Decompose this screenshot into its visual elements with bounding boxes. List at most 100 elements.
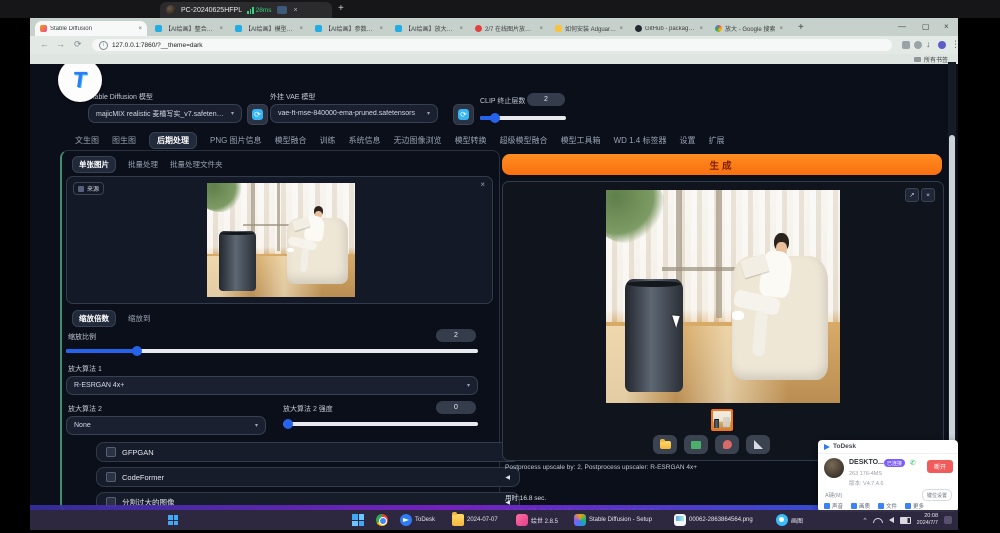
tab-close-icon[interactable]: × <box>379 26 383 32</box>
keymap-settings-button[interactable]: 键位设置 <box>922 489 952 501</box>
notification-center-icon[interactable] <box>944 516 952 524</box>
accordion-gfpgan[interactable]: GFPGAN ◀ <box>96 442 520 462</box>
model-refresh-button[interactable]: ⟳ <box>247 104 268 125</box>
tab-close-icon[interactable]: × <box>539 26 543 32</box>
star-icon[interactable] <box>914 41 922 49</box>
more-button[interactable]: 更多 <box>905 502 924 510</box>
tab-train[interactable]: 训练 <box>320 135 336 146</box>
battery-icon[interactable] <box>900 517 911 524</box>
tab-extras[interactable]: 后期处理 <box>149 132 197 149</box>
scale-ratio-value[interactable]: 2 <box>436 329 476 342</box>
slider-thumb[interactable] <box>132 346 142 356</box>
disconnect-button[interactable]: 断开 <box>927 460 953 473</box>
vae-dropdown[interactable]: vae-ft-mse-840000-ema-pruned.safetensors… <box>270 104 438 123</box>
browser-tab-2[interactable]: 【AI绘画】模型使用讲解 - 哔哩哔哩× <box>230 21 308 36</box>
subtab-scale-by[interactable]: 缩放倍数 <box>72 310 116 327</box>
tab-model-toolkit[interactable]: 模型工具箱 <box>561 135 601 146</box>
taskbar-item-png-viewer[interactable]: 00062-2863864564.png <box>670 512 757 528</box>
tab-settings[interactable]: 设置 <box>679 135 695 146</box>
tray-chevron-up-icon[interactable]: ^ <box>864 517 867 524</box>
browser-tab-5[interactable]: 2/7 在线图片放大工具× <box>470 21 548 36</box>
clip-skip-value[interactable]: 2 <box>527 93 565 106</box>
save-image-button[interactable] <box>684 435 708 454</box>
forward-button[interactable]: → <box>56 39 65 49</box>
open-folder-button[interactable] <box>653 435 677 454</box>
taskbar-item-chrome[interactable] <box>372 512 392 528</box>
remote-new-tab-button[interactable]: + <box>338 3 344 14</box>
browser-tab-6[interactable]: 如何安装 Adguard? - 知乎× <box>550 21 628 36</box>
minimize-button[interactable]: — <box>898 22 906 31</box>
tab-infinite-browser[interactable]: 无边图像浏览 <box>394 135 442 146</box>
generate-button[interactable]: 生成 <box>502 154 942 175</box>
taskbar-item-grid-app[interactable] <box>348 512 368 528</box>
site-info-icon[interactable]: i <box>99 41 108 50</box>
upscaler1-dropdown[interactable]: R-ESRGAN 4x+▾ <box>66 376 478 395</box>
subtab-scale-to[interactable]: 缩放到 <box>128 313 151 324</box>
close-gallery-icon[interactable]: × <box>921 188 935 202</box>
tray-clock[interactable]: 20:08 2024/7/7 <box>917 513 938 527</box>
side-panel-icon[interactable] <box>902 41 910 49</box>
scrollbar-thumb[interactable] <box>949 135 955 450</box>
slider-thumb[interactable] <box>490 113 500 123</box>
source-image-dropzone[interactable]: 来源 × <box>66 176 493 304</box>
file-transfer-button[interactable]: 文件 <box>878 502 897 510</box>
checkbox[interactable] <box>106 472 116 482</box>
taskbar-item-sd-setup[interactable]: Stable Diffusion - Setup <box>570 512 656 528</box>
scale-ratio-slider[interactable] <box>66 349 478 353</box>
tab-checkpoint-merger[interactable]: 模型融合 <box>275 135 307 146</box>
ruler-button[interactable] <box>746 435 770 454</box>
download-icon[interactable]: ↓ <box>926 39 931 49</box>
tab-close-icon[interactable]: × <box>299 26 303 32</box>
address-bar[interactable]: i 127.0.0.1:7860/?__theme=dark <box>92 39 892 51</box>
reload-button[interactable]: ⟳ <box>74 39 82 50</box>
model-dropdown[interactable]: majicMIX realistic 麦橘写实_v7.safetensors [… <box>88 104 242 123</box>
clear-image-icon[interactable]: × <box>480 180 485 189</box>
palette-button[interactable] <box>715 435 739 454</box>
tab-close-icon[interactable]: × <box>779 26 783 32</box>
slider-thumb[interactable] <box>283 419 293 429</box>
taskbar-item-launcher[interactable]: 绘世 2.8.5 <box>512 512 562 528</box>
subtab-batch-process[interactable]: 批量处理 <box>128 159 158 170</box>
all-bookmarks-button[interactable]: 所有书签 <box>914 55 948 64</box>
maximize-button[interactable]: ▢ <box>922 22 930 31</box>
new-tab-button[interactable]: + <box>798 22 804 33</box>
browser-tab-3[interactable]: 【AI绘画】参数设置详解 - 哔哩哔哩× <box>310 21 388 36</box>
speaker-icon[interactable] <box>889 517 894 523</box>
start-button[interactable] <box>168 515 178 525</box>
tab-png-info[interactable]: PNG 图片信息 <box>210 135 262 146</box>
quality-button[interactable]: 画质 <box>851 502 870 510</box>
browser-tab-4[interactable]: 【AI绘画】放大算法对比 - 哔哩哔哩× <box>390 21 468 36</box>
tab-wd14-tagger[interactable]: WD 1.4 标签器 <box>614 135 667 146</box>
output-image[interactable] <box>606 190 840 403</box>
tab-close-icon[interactable]: × <box>219 26 223 32</box>
close-button[interactable]: × <box>944 22 949 31</box>
taskbar-item-folder[interactable]: 2024-07-07 <box>448 512 502 528</box>
browser-tab-stable-diffusion[interactable]: Stable Diffusion × <box>35 21 147 36</box>
profile-avatar[interactable] <box>938 41 946 49</box>
tab-close-icon[interactable]: × <box>459 26 463 32</box>
remote-session-tab[interactable]: PC-20240625HFPL 28ms × <box>160 2 332 18</box>
back-button[interactable]: ← <box>40 39 49 49</box>
browser-tab-7[interactable]: GitHub - packageP/Studio× <box>630 21 708 36</box>
taskbar-item-paint[interactable]: 画图 <box>772 512 807 528</box>
taskbar-item-todesk[interactable]: ToDesk <box>396 512 439 528</box>
tab-extensions[interactable]: 扩展 <box>708 135 724 146</box>
subtab-batch-folder[interactable]: 批量处理文件夹 <box>170 159 223 170</box>
remote-tab-close-icon[interactable]: × <box>294 7 298 14</box>
subtab-single-image[interactable]: 单张图片 <box>72 156 116 173</box>
upscaler2-strength-value[interactable]: 0 <box>436 401 476 414</box>
browser-tab-8[interactable]: 放大 - Google 搜索× <box>710 21 788 36</box>
tab-super-merger[interactable]: 超级模型融合 <box>500 135 548 146</box>
phone-icon[interactable]: ✆ <box>910 459 916 467</box>
tab-model-converter[interactable]: 模型转换 <box>455 135 487 146</box>
tab-txt2img[interactable]: 文生图 <box>75 135 99 146</box>
tab-close-icon[interactable]: × <box>138 26 142 32</box>
tab-close-icon[interactable]: × <box>699 26 703 32</box>
clip-skip-slider[interactable] <box>480 116 566 120</box>
fullscreen-icon[interactable]: ↗ <box>905 188 919 202</box>
todesk-popup-header[interactable]: ToDesk <box>818 440 958 454</box>
browser-tab-1[interactable]: 【AI绘画】整合包安装教程 - 哔哩哔哩× <box>150 21 228 36</box>
sound-button[interactable]: 声音 <box>824 502 843 510</box>
tab-system-info[interactable]: 系统信息 <box>349 135 381 146</box>
vae-refresh-button[interactable]: ⟳ <box>453 104 474 125</box>
